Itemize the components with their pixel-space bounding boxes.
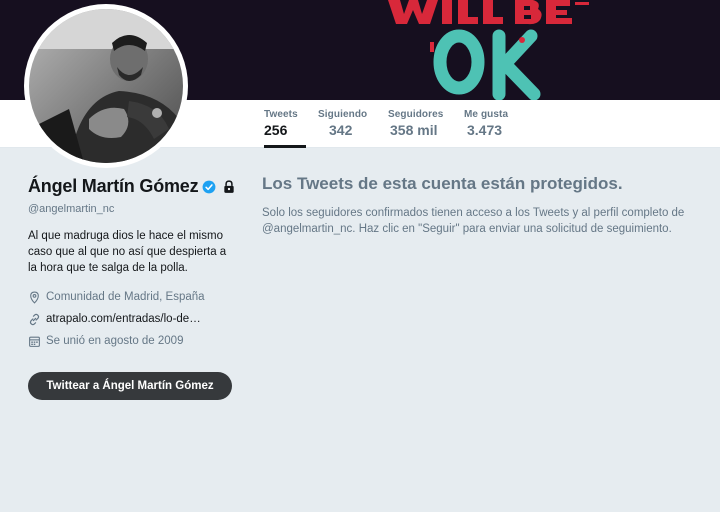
profile-avatar[interactable]	[24, 4, 188, 168]
profile-handle[interactable]: @angelmartin_nc	[28, 203, 238, 215]
protected-notice-text: Solo los seguidores confirmados tienen a…	[262, 207, 685, 235]
stat-likes[interactable]: Me gusta 3.473	[464, 100, 508, 148]
profile-joined: Se unió en agosto de 2009	[46, 335, 184, 347]
stat-following[interactable]: Siguiendo 342	[318, 100, 367, 148]
profile-card: Ángel Martín Gómez @angelmartin_nc Al qu…	[28, 176, 238, 400]
joined-row: Se unió en agosto de 2009	[28, 330, 238, 352]
link-icon	[28, 313, 41, 326]
stat-following-label: Siguiendo	[318, 109, 368, 120]
protected-notice-title: Los Tweets de esta cuenta están protegid…	[262, 174, 623, 193]
profile-meta: Comunidad de Madrid, España atrapalo.com…	[28, 286, 238, 352]
tweet-to-button[interactable]: Twittear a Ángel Martín Gómez	[28, 372, 232, 400]
stat-followers[interactable]: Seguidores 358 mil	[388, 100, 443, 148]
lock-icon	[222, 179, 236, 194]
stat-followers-value: 358 mil	[390, 122, 438, 138]
stat-likes-value: 3.473	[467, 122, 503, 138]
profile-url-link[interactable]: atrapalo.com/entradas/lo-de…	[46, 313, 201, 325]
name-row: Ángel Martín Gómez	[28, 176, 238, 197]
stat-likes-label: Me gusta	[464, 109, 509, 120]
location-pin-icon	[28, 291, 41, 304]
banner-red-lettering	[388, 0, 589, 25]
location-row: Comunidad de Madrid, España	[28, 286, 238, 308]
stat-tweets-value: 256	[264, 122, 288, 138]
stat-followers-label: Seguidores	[388, 109, 444, 120]
calendar-icon	[28, 335, 41, 348]
avatar-photo	[29, 9, 183, 163]
profile-location: Comunidad de Madrid, España	[46, 291, 205, 303]
stat-tweets-label: Tweets	[264, 109, 298, 120]
stat-tweets[interactable]: Tweets 256	[264, 100, 306, 148]
protected-notice: Los Tweets de esta cuenta están protegid…	[262, 174, 702, 237]
url-row: atrapalo.com/entradas/lo-de…	[28, 308, 238, 330]
profile-bio: Al que madruga dios le hace el mismo cas…	[28, 230, 227, 274]
profile-name[interactable]: Ángel Martín Gómez	[28, 176, 199, 197]
verified-badge-icon	[202, 180, 216, 194]
stat-following-value: 342	[329, 122, 353, 138]
